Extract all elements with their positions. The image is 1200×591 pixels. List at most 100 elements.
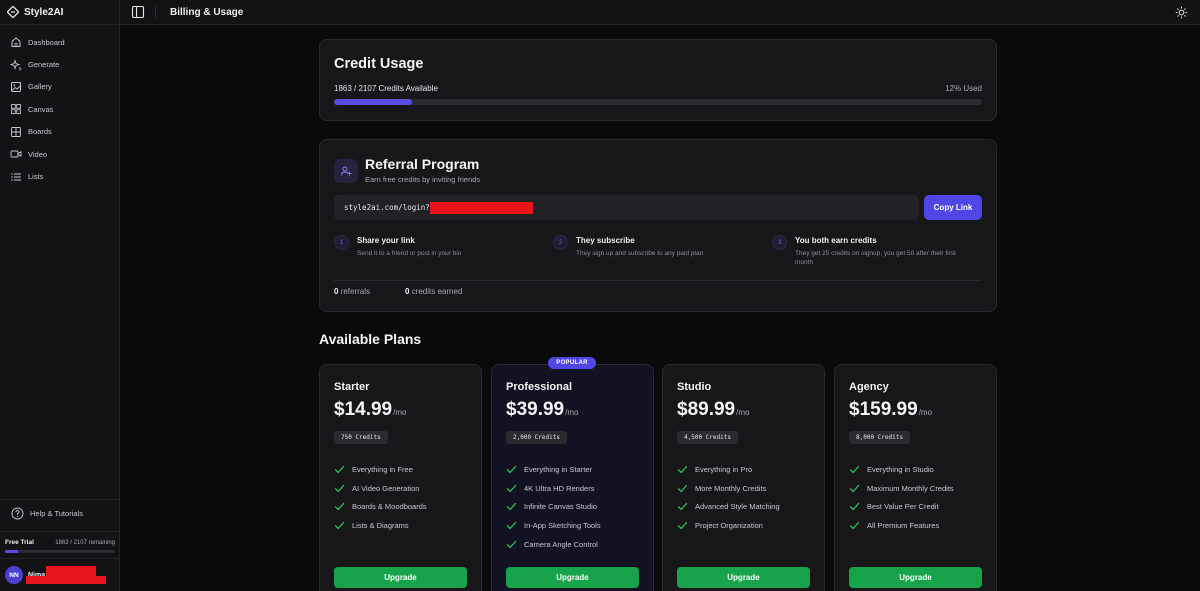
referrals-label: referrals bbox=[340, 287, 371, 296]
sidebar-item-boards[interactable]: Boards bbox=[0, 121, 119, 143]
sun-icon[interactable] bbox=[1175, 6, 1188, 19]
plan-feature-label: Lists & Diagrams bbox=[352, 521, 409, 531]
plan-price-period: /mo bbox=[918, 408, 933, 417]
plan-feature-label: Maximum Monthly Credits bbox=[867, 483, 954, 493]
plan-feature: Infinite Canvas Studio bbox=[506, 498, 601, 517]
plan-card-professional: Professional $39.99/mo 2,000 Credits Everyt… bbox=[491, 364, 654, 591]
sidebar-item-label: Generate bbox=[28, 60, 60, 70]
plan-price-amount: $159.99 bbox=[849, 399, 918, 420]
plan-price-period: /mo bbox=[736, 408, 750, 417]
step-number: 1 bbox=[334, 235, 349, 250]
app-root: Style2AI Dashboard Generate Gallery Canv… bbox=[0, 0, 1200, 591]
plan-feature-label: Camera Angle Control bbox=[524, 540, 598, 550]
copy-link-button[interactable]: Copy Link bbox=[924, 195, 982, 220]
redaction-block bbox=[26, 576, 106, 584]
avatar: NN bbox=[5, 566, 23, 584]
plan-feature-label: 4K Ultra HD Renders bbox=[524, 483, 595, 493]
sidebar-item-gallery[interactable]: Gallery bbox=[0, 76, 119, 98]
plan-feature: 4K Ultra HD Renders bbox=[506, 479, 601, 498]
trial-label: Free Trial bbox=[5, 539, 34, 546]
check-icon bbox=[334, 522, 345, 530]
referral-title: Referral Program bbox=[365, 156, 480, 172]
sidebar-item-label: Boards bbox=[28, 127, 52, 137]
sidebar-toggle-icon[interactable] bbox=[131, 5, 145, 19]
check-icon bbox=[677, 522, 688, 530]
video-icon bbox=[10, 150, 22, 158]
sidebar-item-video[interactable]: Video bbox=[0, 143, 119, 165]
brand[interactable]: Style2AI bbox=[0, 0, 119, 25]
step-description: They sign up and subscribe to any paid p… bbox=[576, 250, 704, 257]
plan-name: Professional bbox=[506, 381, 573, 393]
step-title: Share your link bbox=[357, 236, 415, 245]
plan-price: $39.99/mo bbox=[506, 399, 578, 421]
divider bbox=[0, 558, 120, 559]
upgrade-button[interactable]: Upgrade bbox=[334, 567, 467, 588]
trial-status: Free Trial 1863 / 2107 remaining bbox=[5, 539, 115, 553]
grid-icon bbox=[11, 104, 21, 115]
plan-feature-label: Infinite Canvas Studio bbox=[524, 502, 597, 512]
check-icon bbox=[506, 503, 517, 511]
credits-earned-label: credits earned bbox=[411, 287, 463, 296]
help-label: Help & Tutorials bbox=[30, 509, 83, 518]
divider bbox=[155, 5, 156, 19]
sidebar-item-label: Canvas bbox=[28, 104, 54, 114]
step-description: Send it to a friend or post in your bio bbox=[357, 250, 462, 257]
plans-title: Available Plans bbox=[319, 331, 422, 347]
trial-progress-fill bbox=[5, 550, 19, 553]
plan-feature-label: Boards & Moodboards bbox=[352, 502, 427, 512]
sidebar-item-generate[interactable]: Generate bbox=[0, 53, 119, 75]
check-icon bbox=[849, 484, 860, 492]
sidebar-item-canvas[interactable]: Canvas bbox=[0, 98, 119, 120]
plan-feature: Maximum Monthly Credits bbox=[849, 479, 954, 498]
page-title: Billing & Usage bbox=[170, 6, 244, 18]
plan-price: $159.99/mo bbox=[849, 399, 932, 421]
check-icon bbox=[334, 503, 345, 511]
home-icon bbox=[11, 37, 21, 48]
upgrade-button[interactable]: Upgrade bbox=[849, 567, 982, 588]
plan-card-studio: Studio $89.99/mo 4,500 Credits Everything i… bbox=[662, 364, 825, 591]
check-icon bbox=[506, 484, 517, 492]
step-title: They subscribe bbox=[576, 236, 635, 245]
plan-price-amount: $89.99 bbox=[677, 399, 736, 420]
referrals-count: 0 bbox=[334, 287, 339, 296]
sidebar-nav: Dashboard Generate Gallery Canvas Boards… bbox=[0, 25, 119, 188]
credit-progress-fill bbox=[334, 99, 412, 105]
plan-feature: More Monthly Credits bbox=[677, 479, 780, 498]
help-icon bbox=[11, 507, 24, 520]
plan-card-starter: Starter $14.99/mo 750 Credits Everything in… bbox=[319, 364, 482, 591]
plan-feature-label: More Monthly Credits bbox=[695, 483, 767, 493]
referral-link-field[interactable]: style2ai.com/login?r bbox=[334, 195, 919, 220]
plan-name: Starter bbox=[334, 381, 370, 393]
check-icon bbox=[849, 465, 860, 474]
help-tutorials-link[interactable]: Help & Tutorials bbox=[11, 507, 83, 520]
sidebar-item-dashboard[interactable]: Dashboard bbox=[0, 31, 119, 53]
popular-badge: POPULAR bbox=[548, 357, 596, 369]
plan-price: $14.99/mo bbox=[334, 399, 406, 421]
trial-progress-bar bbox=[5, 550, 115, 553]
credits-available: 1863 / 2107 Credits Available bbox=[334, 84, 438, 93]
sidebar-item-lists[interactable]: Lists bbox=[0, 165, 119, 187]
plan-feature-label: All Premium Features bbox=[867, 521, 940, 531]
top-bar: Billing & Usage bbox=[120, 0, 1200, 25]
upgrade-button[interactable]: Upgrade bbox=[506, 567, 639, 588]
plan-feature: Best Value Per Credit bbox=[849, 498, 954, 517]
credit-progress-bar bbox=[334, 99, 982, 105]
check-icon bbox=[334, 465, 345, 474]
step-title: You both earn credits bbox=[795, 236, 877, 245]
plan-features: Everything in Pro More Monthly Credits Adv… bbox=[677, 460, 780, 535]
plan-feature: All Premium Features bbox=[849, 516, 954, 535]
referral-step: 1 Share your link Send it to a friend or… bbox=[334, 235, 537, 258]
plan-feature-label: AI Video Generation bbox=[352, 483, 420, 493]
referral-link-text: style2ai.com/login?r bbox=[344, 203, 435, 212]
upgrade-button[interactable]: Upgrade bbox=[677, 567, 810, 588]
plan-feature-label: Project Organization bbox=[695, 521, 763, 531]
image-icon bbox=[11, 81, 21, 92]
plan-credits-badge: 750 Credits bbox=[334, 431, 388, 444]
plan-features: Everything in Starter 4K Ultra HD Renders… bbox=[506, 460, 601, 554]
plan-feature: Boards & Moodboards bbox=[334, 498, 427, 517]
plan-feature-label: Everything in Free bbox=[352, 464, 413, 474]
plan-feature: Everything in Pro bbox=[677, 460, 780, 479]
logo-icon bbox=[7, 6, 19, 18]
credits-earned-stat: 0 credits earned bbox=[405, 287, 462, 296]
plan-credits-badge: 8,000 Credits bbox=[849, 431, 910, 444]
